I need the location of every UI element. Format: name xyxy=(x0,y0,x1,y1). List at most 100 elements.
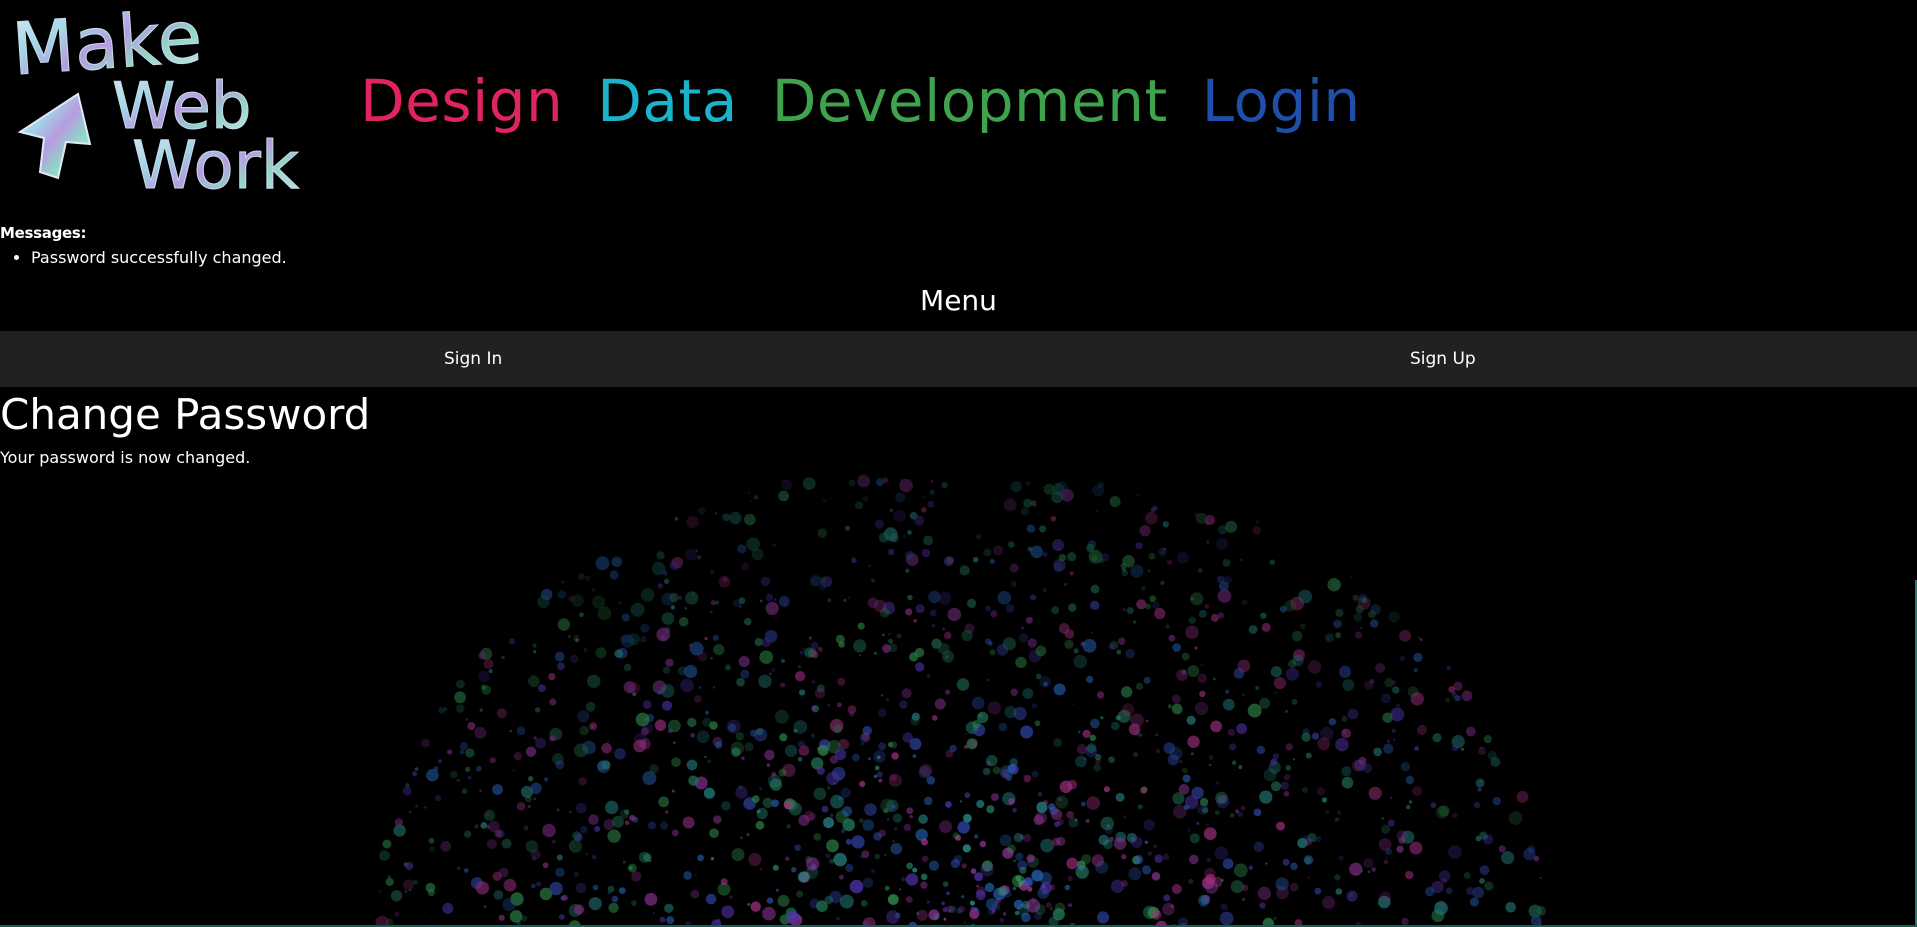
sparkle-particle xyxy=(1405,870,1414,880)
sparkle-particle xyxy=(1086,675,1094,684)
sparkle-particle xyxy=(714,512,718,515)
sparkle-particle xyxy=(950,858,961,869)
sparkle-particle xyxy=(874,853,880,860)
sparkle-particle xyxy=(813,787,827,801)
sparkle-particle xyxy=(1341,715,1348,722)
sparkle-particle xyxy=(811,680,816,684)
sparkle-particle xyxy=(1171,694,1181,704)
sparkle-particle xyxy=(1408,800,1413,804)
sparkle-particle xyxy=(1068,603,1077,612)
sparkle-particle xyxy=(1052,539,1065,552)
sparkle-particle xyxy=(806,857,820,871)
sparkle-particle xyxy=(947,910,951,913)
sparkle-particle xyxy=(671,829,679,837)
sparkle-particle xyxy=(574,743,588,758)
sparkle-particle xyxy=(1082,638,1097,653)
sparkle-particle xyxy=(826,785,831,790)
sparkle-particle xyxy=(756,807,768,820)
sparkle-particle xyxy=(783,798,796,810)
sparkle-particle xyxy=(481,684,487,690)
sparkle-particle xyxy=(657,583,664,589)
sparkle-particle xyxy=(568,595,575,603)
sparkle-particle xyxy=(1316,787,1326,796)
sparkle-particle xyxy=(1169,746,1183,760)
sparkle-particle xyxy=(1030,594,1037,601)
sparkle-particle xyxy=(1425,886,1435,897)
sparkle-particle xyxy=(1053,683,1066,696)
sign-in-link[interactable]: Sign In xyxy=(444,331,502,387)
sparkle-particle xyxy=(1122,567,1126,571)
sparkle-particle xyxy=(886,799,899,813)
sparkle-particle xyxy=(783,603,787,608)
sparkle-particle xyxy=(750,500,753,503)
sparkle-particle xyxy=(1172,643,1182,652)
sparkle-particle xyxy=(738,656,750,668)
sparkle-particle xyxy=(926,776,936,785)
sparkle-particle xyxy=(710,569,715,574)
sparkle-particle xyxy=(560,895,566,901)
sparkle-particle xyxy=(1017,880,1023,885)
nav-login-link[interactable]: Login xyxy=(1202,72,1361,130)
sparkle-particle xyxy=(966,738,978,750)
sparkle-particle xyxy=(998,722,1008,732)
nav-design-link[interactable]: Design xyxy=(360,72,563,130)
sparkle-particle xyxy=(1285,743,1293,751)
sparkle-particle xyxy=(1091,854,1105,867)
sparkle-particle xyxy=(503,878,517,892)
sparkle-particle xyxy=(826,771,840,786)
sparkle-particle xyxy=(882,477,889,484)
sparkle-particle xyxy=(1283,790,1290,797)
sparkle-particle xyxy=(1181,652,1190,661)
sparkle-particle xyxy=(944,657,947,660)
sparkle-particle xyxy=(755,820,765,830)
sparkle-particle xyxy=(1153,844,1157,849)
sparkle-particle xyxy=(746,537,760,551)
sparkle-particle xyxy=(969,908,980,919)
sparkle-particle xyxy=(393,824,406,837)
sparkle-particle xyxy=(704,636,708,641)
site-logo[interactable]: Make Web Work xyxy=(8,2,330,194)
sparkle-particle xyxy=(1475,835,1482,842)
sparkle-particle xyxy=(735,786,748,799)
sparkle-particle xyxy=(1043,483,1055,495)
sparkle-particle xyxy=(1501,851,1515,865)
sparkle-particle xyxy=(1143,819,1155,831)
sparkle-particle xyxy=(1223,575,1232,585)
sparkle-particle xyxy=(645,858,649,861)
sparkle-particle xyxy=(1349,862,1363,876)
sparkle-particle xyxy=(1039,872,1053,885)
sparkle-particle xyxy=(1482,834,1489,840)
sparkle-particle xyxy=(793,720,808,734)
sparkle-particle xyxy=(730,741,744,755)
sparkle-particle xyxy=(710,600,716,606)
sparkle-particle xyxy=(1307,832,1317,842)
sparkle-particle xyxy=(705,893,717,905)
sign-up-link[interactable]: Sign Up xyxy=(1410,331,1476,387)
sparkle-particle xyxy=(798,745,810,756)
sparkle-particle xyxy=(1051,808,1063,821)
nav-data-link[interactable]: Data xyxy=(597,72,738,130)
sparkle-particle xyxy=(1080,641,1086,647)
sparkle-particle xyxy=(1121,854,1127,860)
sparkle-particle xyxy=(959,565,970,576)
sparkle-particle xyxy=(728,723,737,732)
nav-development-link[interactable]: Development xyxy=(772,72,1168,130)
sparkle-particle xyxy=(533,650,537,654)
sparkle-particle xyxy=(1492,796,1502,806)
sparkle-particle xyxy=(659,916,666,923)
sparkle-particle xyxy=(607,891,611,895)
sparkle-particle xyxy=(909,814,913,819)
sparkle-particle xyxy=(1069,571,1074,576)
sparkle-particle xyxy=(1528,904,1542,918)
sparkle-particle xyxy=(1026,524,1036,533)
sparkle-particle xyxy=(1487,750,1497,761)
sparkle-particle xyxy=(785,856,790,861)
sparkle-particle xyxy=(1206,540,1210,544)
sparkle-particle xyxy=(498,914,505,921)
sparkle-particle xyxy=(562,894,568,901)
sparkle-particle xyxy=(952,832,960,840)
sparkle-particle xyxy=(1147,569,1151,573)
sparkle-particle xyxy=(508,637,516,645)
sparkle-particle xyxy=(931,623,936,628)
sparkle-particle xyxy=(1274,691,1277,694)
